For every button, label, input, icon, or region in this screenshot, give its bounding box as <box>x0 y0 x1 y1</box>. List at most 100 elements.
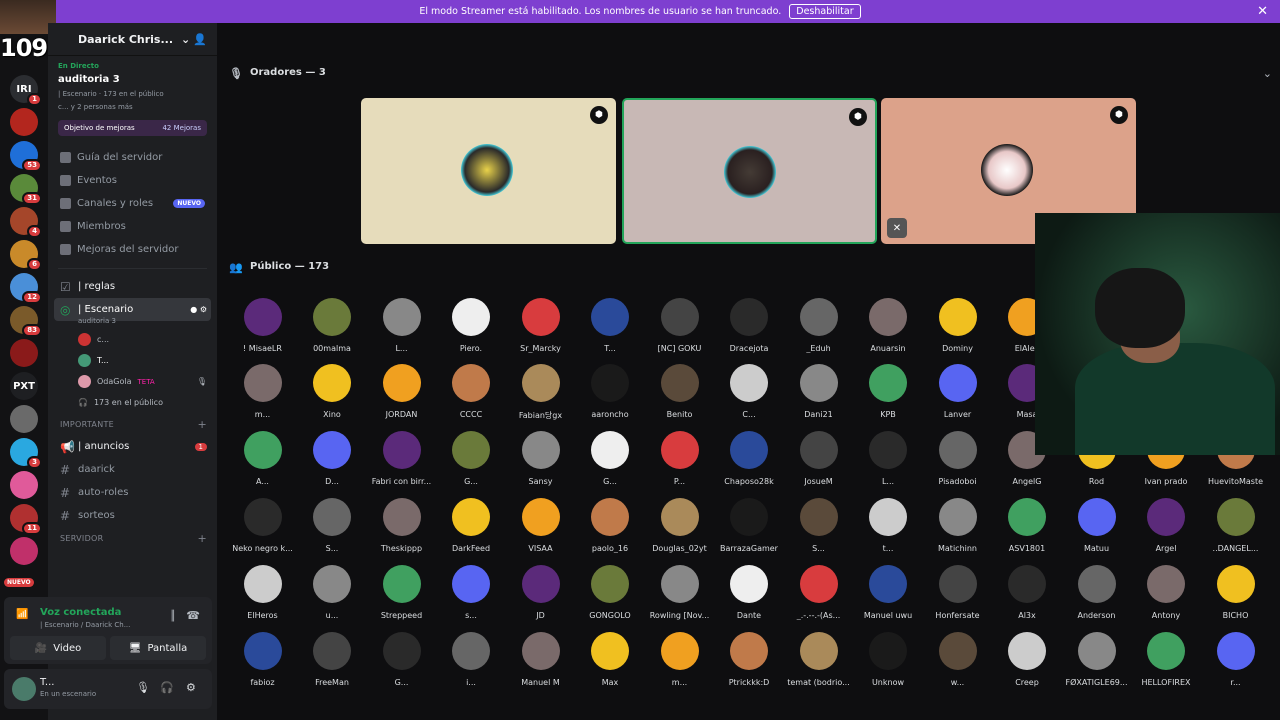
server-icon[interactable]: 12 <box>10 273 42 304</box>
audience-member[interactable]: Streppeed <box>367 565 436 620</box>
audience-member[interactable]: w... <box>923 632 992 687</box>
audience-member[interactable]: Xino <box>298 364 367 419</box>
server-icon[interactable]: 31 <box>10 174 42 205</box>
audience-member[interactable]: JORDAN <box>367 364 436 419</box>
disconnect-icon[interactable]: ☎ <box>186 609 200 622</box>
video-button[interactable]: 🎥 Video <box>10 636 106 660</box>
soundboard-icon[interactable]: ║ <box>170 611 176 622</box>
audience-member[interactable]: m... <box>228 364 297 419</box>
audience-member[interactable]: BarrazaGamer <box>715 498 784 553</box>
boost-goal[interactable]: Objetivo de mejoras 42 Mejoras <box>58 120 207 136</box>
nav-boosts[interactable]: Mejoras del servidor <box>48 238 217 261</box>
screen-share-button[interactable]: 🖥 Pantalla <box>110 636 206 660</box>
audience-member[interactable]: paolo_16 <box>576 498 645 553</box>
server-icon[interactable]: IRI 1 <box>10 75 42 106</box>
channel-reglas[interactable]: ☑ | reglas <box>48 275 217 298</box>
audience-member[interactable]: Dani21 <box>784 364 853 419</box>
headphones-icon[interactable]: 🎧 <box>160 681 174 694</box>
audience-member[interactable]: Matuu <box>1062 498 1131 553</box>
server-icon[interactable] <box>10 537 38 565</box>
nav-guide[interactable]: Guía del servidor <box>48 146 217 169</box>
audience-member[interactable]: aaroncho <box>576 364 645 419</box>
audience-member[interactable]: Fabri con birr... <box>367 431 436 486</box>
audience-member[interactable]: BICHO <box>1201 565 1270 620</box>
audience-member[interactable]: KPB <box>854 364 923 419</box>
speaker-tile[interactable]: ⬢ <box>361 98 616 244</box>
audience-member[interactable]: u... <box>298 565 367 620</box>
audience-member[interactable]: FreeMan <box>298 632 367 687</box>
server-icon[interactable] <box>10 471 38 499</box>
audience-member[interactable]: G... <box>576 431 645 486</box>
audience-member[interactable]: Dominy <box>923 298 992 353</box>
audience-member[interactable]: Ptrickkk:D <box>715 632 784 687</box>
mic-icon[interactable]: 🎙 <box>136 681 150 694</box>
gear-icon[interactable]: ⚙ <box>186 681 196 694</box>
audience-member[interactable]: GONGOLO <box>576 565 645 620</box>
audience-member[interactable]: Manuel uwu <box>854 565 923 620</box>
audience-member[interactable]: m... <box>645 632 714 687</box>
server-icon[interactable] <box>10 405 38 433</box>
voice-channel[interactable]: | Escenario / Daarick Ch... <box>40 621 130 629</box>
audience-member[interactable]: Max <box>576 632 645 687</box>
audience-member[interactable]: [NC] GOKU <box>645 298 714 353</box>
server-icon[interactable]: 83 <box>10 306 42 337</box>
audience-member[interactable]: Rowling [Nov... <box>645 565 714 620</box>
disable-streamer-button[interactable]: Deshabilitar <box>789 4 861 19</box>
audience-member[interactable]: Sansy <box>506 431 575 486</box>
audience-member[interactable]: C... <box>715 364 784 419</box>
audience-member[interactable]: G... <box>437 431 506 486</box>
add-user-icon[interactable]: 👤 <box>193 33 207 46</box>
audience-member[interactable]: HELLOFIREX <box>1132 632 1201 687</box>
audience-member[interactable]: Al3x <box>993 565 1062 620</box>
audience-member[interactable]: JD <box>506 565 575 620</box>
server-header[interactable]: Daarick Chris... ⌄ 👤 <box>48 23 217 56</box>
audience-member[interactable]: _.-.--.-(As... <box>784 565 853 620</box>
audience-member[interactable]: L... <box>854 431 923 486</box>
nav-members[interactable]: Miembros <box>48 215 217 238</box>
audience-member[interactable]: t... <box>854 498 923 553</box>
audience-member[interactable]: _Eduh <box>784 298 853 353</box>
audience-member[interactable]: G... <box>367 632 436 687</box>
audience-member[interactable]: Manuel M <box>506 632 575 687</box>
audience-member[interactable]: s... <box>437 565 506 620</box>
audience-member[interactable]: ..DANGEL... <box>1201 498 1270 553</box>
add-icon[interactable]: + <box>197 418 207 431</box>
stage-actions-icon[interactable]: ● ⚙ <box>190 305 207 314</box>
audience-member[interactable]: Creep <box>993 632 1062 687</box>
audience-member[interactable]: DarkFeed <box>437 498 506 553</box>
stage-member[interactable]: OdaGola TETA 🎙 <box>48 371 217 392</box>
chevron-down-icon[interactable]: ⌄ <box>1263 67 1272 80</box>
audience-member[interactable]: VISAA <box>506 498 575 553</box>
server-icon[interactable] <box>10 108 38 136</box>
audience-member[interactable]: P... <box>645 431 714 486</box>
nav-events[interactable]: Eventos <box>48 169 217 192</box>
category-importante[interactable]: IMPORTANTE + <box>48 413 217 435</box>
audience-member[interactable]: Fabian당gx <box>506 364 575 421</box>
live-stage-card[interactable]: En Directo auditoria 3 | Escenario · 173… <box>48 56 217 111</box>
channel-anuncios[interactable]: 📢 | anuncios 1 <box>48 435 217 458</box>
audience-member[interactable]: ! MisaeLR <box>228 298 297 353</box>
audience-member[interactable]: Matichinn <box>923 498 992 553</box>
audience-member[interactable]: Lanver <box>923 364 992 419</box>
audience-member[interactable]: A... <box>228 431 297 486</box>
audience-member[interactable]: Anderson <box>1062 565 1131 620</box>
stage-member[interactable]: c... <box>48 329 217 350</box>
audience-member[interactable]: Dracejota <box>715 298 784 353</box>
audience-member[interactable]: CCCC <box>437 364 506 419</box>
audience-member[interactable]: Neko negro k... <box>228 498 297 553</box>
audience-member[interactable]: Antony <box>1132 565 1201 620</box>
server-icon[interactable]: 11 <box>10 504 42 535</box>
audience-member[interactable]: S... <box>298 498 367 553</box>
avatar[interactable] <box>12 677 36 701</box>
audience-member[interactable]: i... <box>437 632 506 687</box>
audience-member[interactable]: S... <box>784 498 853 553</box>
channel-sorteos[interactable]: # sorteos <box>48 504 217 527</box>
add-icon[interactable]: + <box>197 532 207 545</box>
audience-member[interactable]: Theskippp <box>367 498 436 553</box>
server-icon[interactable]: 3 <box>10 438 42 469</box>
audience-member[interactable]: Benito <box>645 364 714 419</box>
audience-member[interactable]: 00malma <box>298 298 367 353</box>
server-icon[interactable] <box>10 339 38 367</box>
audience-member[interactable]: L... <box>367 298 436 353</box>
audience-member[interactable]: Douglas_02yt <box>645 498 714 553</box>
